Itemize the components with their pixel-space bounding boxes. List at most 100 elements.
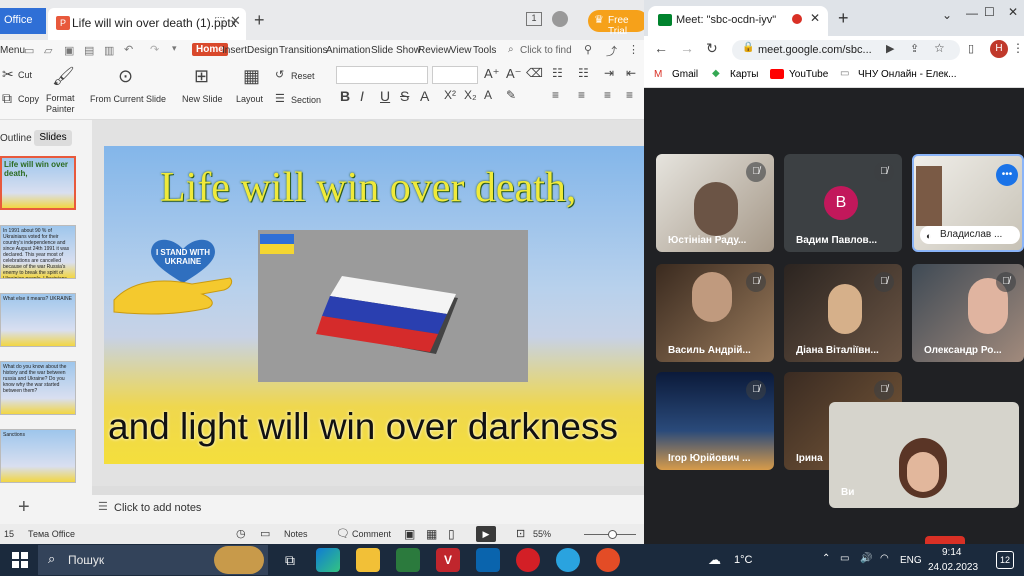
temperature[interactable]: 1°C xyxy=(734,554,752,566)
slide-thumbnail[interactable]: Sanctions xyxy=(0,429,76,483)
tab-slides[interactable]: Slides xyxy=(34,130,72,146)
minimize-icon[interactable]: — xyxy=(966,6,978,20)
superscript-icon[interactable]: X² xyxy=(444,88,456,102)
zoom-level[interactable]: 55% xyxy=(533,529,551,539)
participant-tile[interactable]: 🎙̸ Ігор Юрійович ... xyxy=(656,372,774,470)
reset-icon[interactable]: ↺ xyxy=(275,68,284,81)
section-icon[interactable]: ☰ xyxy=(275,92,285,105)
bookmark-youtube[interactable]: YouTube xyxy=(789,69,828,80)
search-command-field[interactable]: Click to find xyxy=(520,45,572,56)
format-painter-label-1[interactable]: Format xyxy=(46,93,75,103)
chevron-up-icon[interactable]: ⌃ xyxy=(822,553,830,564)
menu-item-slide-show[interactable]: Slide Show xyxy=(371,45,421,56)
camera-icon[interactable]: ▶ xyxy=(886,42,894,55)
slide-thumbnail[interactable]: What do you know about the history and t… xyxy=(0,361,76,415)
menu-item-insert[interactable]: Insert xyxy=(222,45,247,56)
language-indicator[interactable]: ENG xyxy=(900,555,922,566)
notes-field[interactable]: Click to add notes xyxy=(114,502,201,514)
chevron-down-icon[interactable]: ⌄ xyxy=(942,8,952,22)
print-preview-icon[interactable]: ▥ xyxy=(104,44,114,57)
url-bar[interactable]: meet.google.com/sbc... xyxy=(732,40,960,60)
close-window-icon[interactable]: ✕ xyxy=(1008,5,1018,19)
italic-icon[interactable]: I xyxy=(360,88,364,104)
bookmark-maps[interactable]: Карты xyxy=(730,69,759,80)
horizontal-scrollbar[interactable] xyxy=(92,486,644,494)
opera-icon[interactable] xyxy=(516,548,540,572)
reload-icon[interactable]: ↻ xyxy=(706,40,718,57)
menu-item-tools[interactable]: Tools xyxy=(473,45,496,56)
clock-icon[interactable]: ◷ xyxy=(236,527,246,540)
participant-tile[interactable]: 🎙̸ Юстініан Раду... xyxy=(656,154,774,252)
participant-tile[interactable]: 🎙̸ Олександр Ро... xyxy=(912,264,1024,362)
numbering-icon[interactable]: ☷ xyxy=(578,66,589,80)
wps-home-tab[interactable]: Office xyxy=(0,8,46,34)
strikethrough-icon[interactable]: S xyxy=(400,88,409,104)
underline-icon[interactable]: U xyxy=(380,88,390,104)
new-slide-icon[interactable]: ⊞ xyxy=(194,66,209,87)
from-current-slide-button[interactable]: From Current Slide xyxy=(90,94,166,104)
reading-view-icon[interactable]: ▯ xyxy=(448,527,455,541)
zoom-slider-handle[interactable] xyxy=(608,530,617,539)
menu-item-review[interactable]: Review xyxy=(418,45,451,56)
star-icon[interactable]: ☆ xyxy=(934,41,945,55)
weather-icon[interactable]: ☁ xyxy=(708,552,721,568)
layout-icon[interactable]: ▦ xyxy=(243,66,260,87)
more-icon[interactable]: ⋮ xyxy=(628,43,639,56)
reset-button[interactable]: Reset xyxy=(291,71,315,81)
notes-toggle[interactable]: Notes xyxy=(284,529,308,539)
copy-button[interactable]: Copy xyxy=(18,94,39,104)
more-options-icon[interactable]: ••• xyxy=(996,164,1018,186)
bookmark-chnu[interactable]: ЧНУ Онлайн - Елек... xyxy=(858,69,957,80)
back-icon[interactable]: ← xyxy=(654,40,668,56)
task-view-icon[interactable]: ⧉ xyxy=(278,548,302,572)
edge-icon[interactable] xyxy=(316,548,340,572)
share-icon[interactable]: ⇪ xyxy=(910,42,919,55)
bullets-icon[interactable]: ☷ xyxy=(552,66,563,80)
leave-call-button[interactable] xyxy=(925,536,965,544)
slide-sorter-icon[interactable]: ▦ xyxy=(426,527,437,541)
maximize-icon[interactable]: ☐ xyxy=(984,5,995,19)
battery-icon[interactable]: ▭ xyxy=(840,553,849,564)
speaker-icon[interactable]: 🔊 xyxy=(860,553,872,564)
participant-tile[interactable]: 🎙̸ Діана Віталіївн... xyxy=(784,264,902,362)
window-count-badge[interactable]: 1 xyxy=(526,12,542,26)
print-icon[interactable]: ▤ xyxy=(84,44,94,57)
avatar[interactable] xyxy=(552,11,568,27)
menu-item-menu[interactable]: Menu xyxy=(0,45,25,56)
align-left-icon[interactable]: ≡ xyxy=(552,88,559,102)
menu-item-design[interactable]: Design xyxy=(247,45,278,56)
telegram-icon[interactable] xyxy=(556,548,580,572)
folder-icon[interactable]: ▭ xyxy=(24,44,34,57)
undo-icon[interactable]: ↶ xyxy=(124,43,133,56)
clock-date[interactable]: 24.02.2023 xyxy=(928,562,978,573)
format-painter-label-2[interactable]: Painter xyxy=(46,104,75,114)
section-button[interactable]: Section xyxy=(291,95,321,105)
new-slide-button[interactable]: New Slide xyxy=(182,94,223,104)
close-tab-icon[interactable]: ✕ xyxy=(810,11,820,25)
scissors-icon[interactable]: ✂ xyxy=(2,66,14,83)
comment-icon[interactable]: 🗨 xyxy=(336,527,350,540)
bold-icon[interactable]: B xyxy=(340,88,350,104)
participant-tile[interactable]: ••• Владислав ... ◐ xyxy=(912,154,1024,252)
comment-toggle[interactable]: Comment xyxy=(352,529,391,539)
align-right-icon[interactable]: ≡ xyxy=(604,88,611,102)
open-icon[interactable]: ▱ xyxy=(44,44,52,57)
profile-avatar[interactable]: H xyxy=(990,40,1008,58)
slide-thumbnail[interactable]: What else it means? UKRAINE xyxy=(0,293,76,347)
text-effect-icon[interactable]: A xyxy=(484,88,492,102)
export-icon[interactable]: ⤴ xyxy=(606,43,617,59)
clock-time[interactable]: 9:14 xyxy=(942,547,961,558)
search-highlight-image[interactable] xyxy=(214,546,264,574)
menu-item-animation[interactable]: Animation xyxy=(326,45,370,56)
share-icon[interactable]: ⚲ xyxy=(584,43,592,56)
font-color-icon[interactable]: A xyxy=(420,88,429,104)
justify-icon[interactable]: ≡ xyxy=(626,88,633,102)
play-circle-icon[interactable]: ⊙ xyxy=(118,66,133,87)
file-explorer-icon[interactable] xyxy=(356,548,380,572)
wifi-icon[interactable]: ◠ xyxy=(880,553,889,564)
notes-view-icon[interactable]: ▭ xyxy=(260,527,270,540)
windows-start-icon[interactable] xyxy=(12,552,28,568)
outdent-icon[interactable]: ⇤ xyxy=(626,66,636,80)
participant-tile[interactable]: 🎙̸ Василь Андрій... xyxy=(656,264,774,362)
menu-item-transitions[interactable]: Transitions xyxy=(279,45,328,56)
